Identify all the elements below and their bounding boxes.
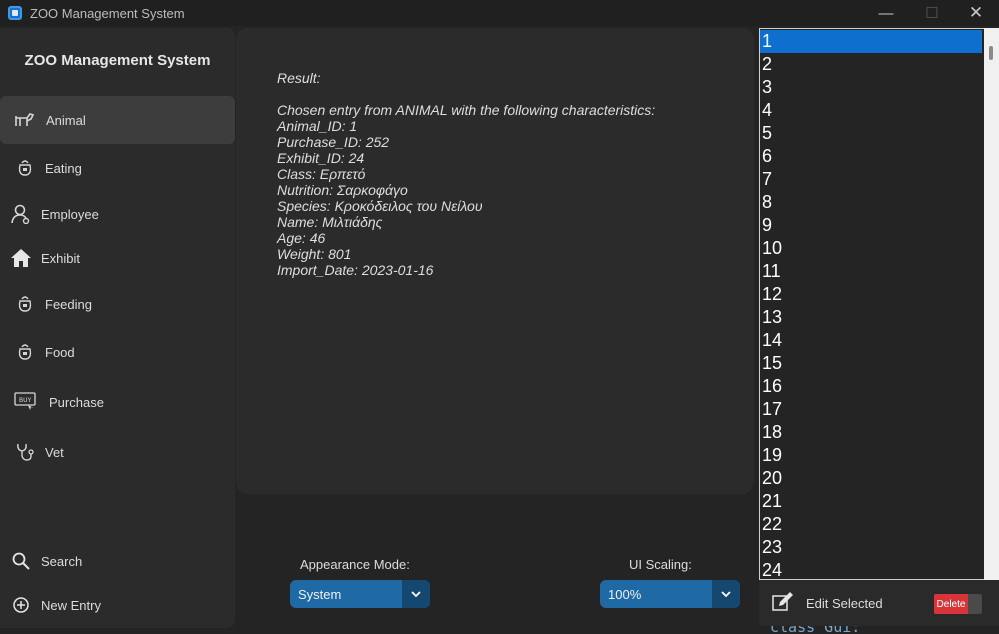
scrollbar-thumb[interactable] (989, 46, 993, 60)
buy-icon: BUY (14, 392, 36, 412)
edit-bar: Edit Selected Delete (759, 580, 999, 626)
list-item[interactable]: 21 (760, 490, 982, 513)
delete-button[interactable]: Delete (934, 594, 982, 614)
plus-circle-icon (10, 595, 32, 615)
list-item[interactable]: 22 (760, 513, 982, 536)
list-item[interactable]: 19 (760, 444, 982, 467)
edit-selected-button[interactable]: Edit Selected (806, 596, 883, 611)
house-icon (10, 248, 32, 268)
result-panel: Result: Chosen entry from ANIMAL with th… (236, 28, 754, 494)
maximize-button[interactable]: ☐ (909, 0, 955, 26)
result-line: Age: 46 (277, 230, 326, 246)
employee-icon (10, 204, 32, 224)
chevron-down-icon[interactable] (402, 580, 430, 608)
appearance-mode-value: System (298, 586, 342, 602)
sidebar-item-label: Feeding (45, 296, 92, 312)
sidebar-item-eating[interactable]: Eating (0, 144, 235, 192)
new-entry-button[interactable]: New Entry (0, 581, 235, 629)
list-item[interactable]: 16 (760, 375, 982, 398)
appearance-mode-label: Appearance Mode: (300, 557, 410, 572)
minimize-button[interactable]: — (863, 0, 909, 26)
result-line: Import_Date: 2023-01-16 (277, 262, 434, 278)
list-item[interactable]: 14 (760, 329, 982, 352)
edit-icon[interactable] (771, 590, 795, 614)
title-bar: ZOO Management System — ☐ ✕ (0, 0, 999, 26)
sidebar-item-label: Food (45, 344, 75, 360)
app-icon (8, 6, 22, 20)
result-line: Result: (277, 70, 321, 86)
delete-label: Delete (934, 594, 968, 614)
sidebar-item-label: Vet (45, 444, 64, 460)
list-item[interactable]: 15 (760, 352, 982, 375)
list-item[interactable]: 24 (760, 559, 982, 579)
list-item[interactable]: 2 (760, 53, 982, 76)
ui-scaling-label: UI Scaling: (629, 557, 692, 572)
list-item[interactable]: 7 (760, 168, 982, 191)
svg-text:BUY: BUY (19, 397, 32, 404)
sidebar-item-animal[interactable]: Animal (0, 96, 235, 144)
result-line: Species: Κροκόδειλος του Νείλου (277, 198, 483, 214)
window-title: ZOO Management System (30, 5, 185, 21)
sidebar-item-label: Employee (41, 206, 99, 222)
bag-icon (14, 342, 36, 362)
vet-icon (14, 442, 36, 462)
chevron-down-icon[interactable] (712, 580, 740, 608)
sidebar-brand: ZOO Management System (24, 52, 211, 69)
search-label: Search (41, 553, 83, 569)
new-entry-label: New Entry (41, 597, 101, 613)
bag-icon (14, 294, 36, 314)
animal-icon (14, 110, 36, 130)
search-icon (10, 551, 32, 571)
result-line: Weight: 801 (277, 246, 352, 262)
result-line: Chosen entry from ANIMAL with the follow… (277, 102, 656, 118)
appearance-mode-select[interactable]: System (290, 580, 430, 608)
result-line: Purchase_ID: 252 (277, 134, 390, 150)
ui-scaling-value: 100% (608, 586, 642, 602)
list-item[interactable]: 10 (760, 237, 982, 260)
sidebar-item-feeding[interactable]: Feeding (0, 280, 235, 328)
result-line: Animal_ID: 1 (277, 118, 358, 134)
sidebar-item-label: Purchase (49, 394, 104, 410)
sidebar-item-label: Animal (46, 112, 86, 128)
list-item[interactable]: 4 (760, 99, 982, 122)
sidebar: ZOO Management System Animal Eating Empl… (0, 28, 235, 628)
trash-icon (968, 594, 982, 614)
sidebar-item-vet[interactable]: Vet (0, 428, 235, 476)
result-line: Class: Ερπετό (277, 166, 366, 182)
app-window: ZOO Management System — ☐ ✕ ZOO Manageme… (0, 0, 999, 634)
list-item[interactable]: 17 (760, 398, 982, 421)
result-line: Exhibit_ID: 24 (277, 150, 365, 166)
bag-icon (14, 158, 36, 178)
entry-listbox[interactable]: 1 2 3 4 5 6 7 8 9 10 11 12 13 14 15 16 1… (759, 28, 985, 580)
list-item[interactable]: 11 (760, 260, 982, 283)
list-item[interactable]: 18 (760, 421, 982, 444)
ui-scaling-select[interactable]: 100% (600, 580, 740, 608)
sidebar-item-exhibit[interactable]: Exhibit (0, 234, 235, 282)
search-button[interactable]: Search (0, 537, 235, 585)
sidebar-item-label: Exhibit (41, 250, 81, 266)
list-item[interactable]: 20 (760, 467, 982, 490)
sidebar-item-employee[interactable]: Employee (0, 190, 235, 238)
sidebar-item-purchase[interactable]: BUY Purchase (0, 378, 235, 426)
list-item[interactable]: 3 (760, 76, 982, 99)
list-scrollbar[interactable] (984, 28, 999, 580)
list-item[interactable]: 12 (760, 283, 982, 306)
list-item[interactable]: 6 (760, 145, 982, 168)
result-line: Name: Μιλτιάδης (277, 214, 383, 230)
list-item[interactable]: 1 (760, 30, 982, 53)
sidebar-item-label: Eating (45, 160, 82, 176)
list-item[interactable]: 9 (760, 214, 982, 237)
sidebar-item-food[interactable]: Food (0, 328, 235, 376)
result-line: Nutrition: Σαρκοφάγο (277, 182, 408, 198)
list-item[interactable]: 13 (760, 306, 982, 329)
list-item[interactable]: 5 (760, 122, 982, 145)
list-item[interactable]: 8 (760, 191, 982, 214)
list-item[interactable]: 23 (760, 536, 982, 559)
close-button[interactable]: ✕ (953, 0, 999, 26)
